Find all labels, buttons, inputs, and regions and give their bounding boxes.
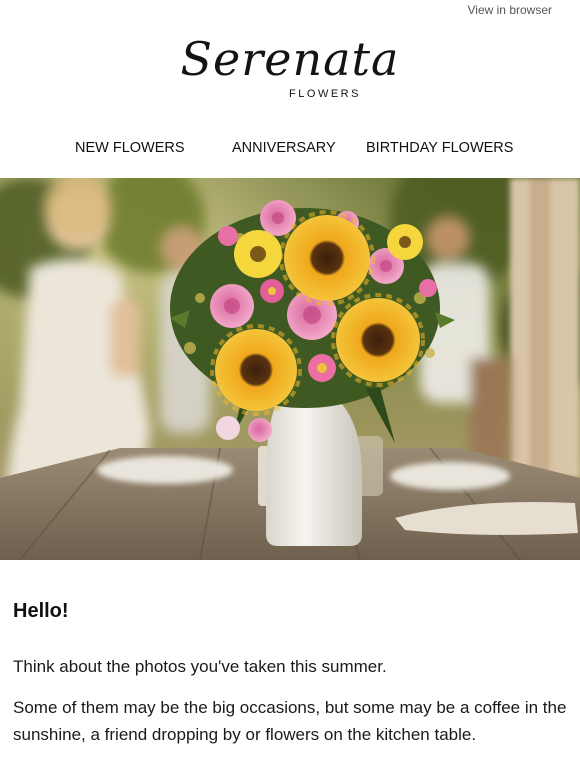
brand-logo[interactable]: Serenata FLOWERS: [0, 30, 580, 112]
hero-illustration: [0, 178, 580, 560]
nav-item-birthday-flowers[interactable]: BIRTHDAY FLOWERS: [366, 140, 513, 156]
body-paragraph-2: Some of them may be the big occasions, b…: [13, 698, 567, 744]
greeting-heading: Hello!: [13, 600, 69, 622]
main-navigation: NEW FLOWERS ANNIVERSARY BIRTHDAY FLOWERS: [0, 140, 580, 160]
preheader: View in browser: [0, 0, 580, 22]
hero-image[interactable]: [0, 178, 580, 560]
nav-item-new-flowers[interactable]: NEW FLOWERS: [75, 140, 185, 156]
view-in-browser-link[interactable]: View in browser: [468, 3, 552, 17]
brand-logo-script: Serenata: [180, 32, 400, 86]
nav-item-anniversary[interactable]: ANNIVERSARY: [232, 140, 336, 156]
brand-logo-subtitle: FLOWERS: [289, 88, 361, 100]
body-paragraph-1: Think about the photos you've taken this…: [13, 657, 387, 676]
email-body: Hello! Think about the photos you've tak…: [13, 600, 569, 748]
